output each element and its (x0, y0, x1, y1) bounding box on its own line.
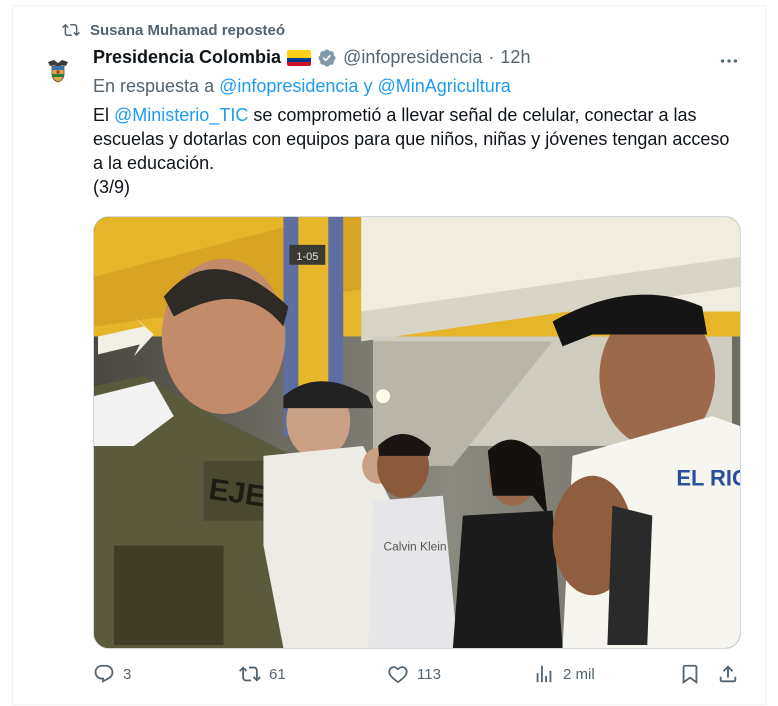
share-button[interactable] (717, 663, 739, 685)
thread-counter: (3/9) (93, 177, 131, 197)
photo-illustration: 1-05 EJERC Calvin Klein EL RIC (94, 217, 740, 648)
display-name[interactable]: Presidencia Colombia (93, 47, 281, 68)
views-bar-chart-icon (536, 665, 552, 683)
like-button[interactable]: 113 (387, 663, 441, 685)
reply-icon (94, 664, 114, 683)
views-count: 2 mil (563, 665, 595, 683)
share-icon (719, 665, 737, 683)
tweet-header: Presidencia Colombia @infopresidencia · … (93, 47, 530, 68)
views-button[interactable]: 2 mil (533, 663, 595, 685)
tweet-photo[interactable]: 1-05 EJERC Calvin Klein EL RIC (93, 216, 741, 649)
body-before: El (93, 105, 115, 125)
handle[interactable]: @infopresidencia (343, 47, 482, 68)
more-options-icon (720, 59, 738, 63)
address-sign: 1-05 (296, 251, 318, 263)
repost-action-icon (239, 666, 261, 682)
reply-button[interactable]: 3 (93, 663, 131, 685)
reply-context: En respuesta a @infopresidencia y @MinAg… (93, 76, 511, 97)
repost-context[interactable]: Susana Muhamad reposteó (62, 21, 285, 39)
tweet-actions: 3 61 113 2 mil (93, 663, 743, 691)
more-options-button[interactable] (718, 50, 740, 77)
mention-link[interactable]: @Ministerio_TIC (114, 105, 248, 125)
bookmark-icon (682, 664, 698, 685)
tweet-text: El @Ministerio_TIC se comprometió a llev… (93, 103, 733, 199)
timestamp[interactable]: 12h (500, 47, 530, 68)
reply-count: 3 (123, 665, 132, 683)
reply-prefix: En respuesta a (93, 76, 220, 96)
towel-print: EL RIC (676, 466, 740, 491)
repost-text: Susana Muhamad reposteó (90, 21, 286, 39)
shirt-print: Calvin Klein (383, 539, 446, 553)
repost-count: 61 (269, 665, 286, 683)
colombia-flag-icon (287, 49, 312, 66)
reply-mentions[interactable]: @infopresidencia y @MinAgricultura (219, 76, 511, 96)
bookmark-button[interactable] (679, 663, 701, 685)
repost-button[interactable]: 61 (239, 663, 286, 685)
avatar[interactable] (42, 54, 74, 86)
verified-badge-icon (318, 48, 336, 67)
repost-icon (62, 23, 80, 37)
separator: · (488, 47, 495, 67)
coat-of-arms-icon (42, 54, 74, 86)
heart-icon (388, 666, 408, 684)
like-count: 113 (417, 665, 441, 683)
